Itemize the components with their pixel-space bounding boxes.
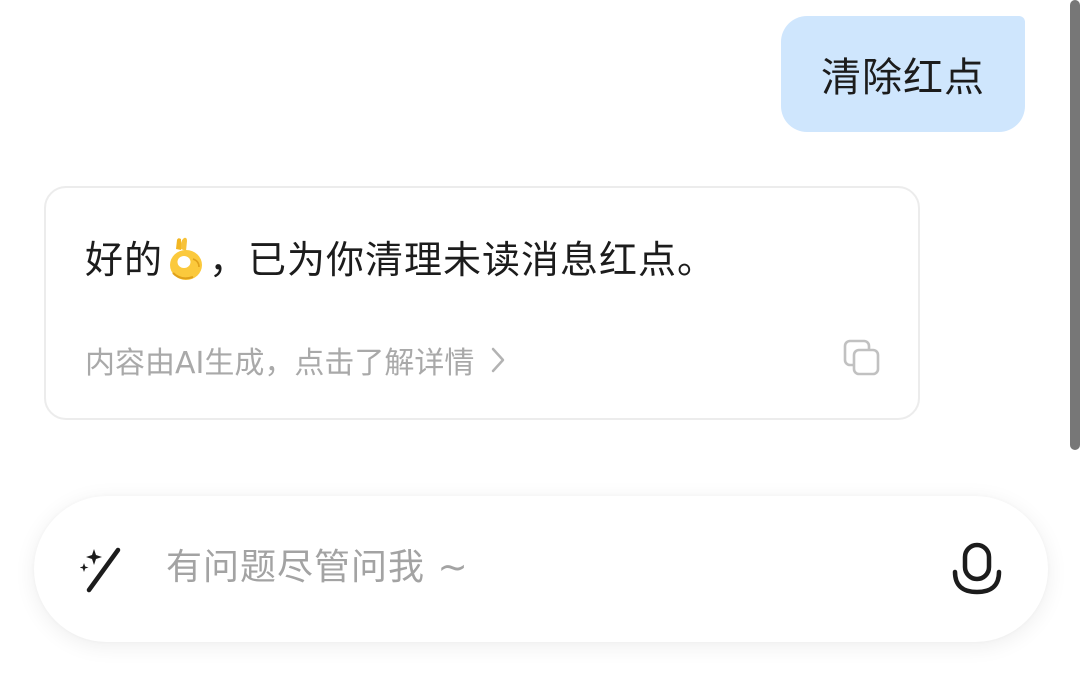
- copy-icon[interactable]: [842, 338, 882, 378]
- ai-response-prefix: 好的: [85, 238, 164, 282]
- ai-response-suffix: ，已为你清理未读消息红点。: [209, 238, 717, 282]
- scrollbar[interactable]: [1070, 0, 1080, 450]
- magic-wand-icon[interactable]: [80, 542, 126, 594]
- ai-response-card: 好的 ，已为你清理未读消息红点。 内容由AI生成，点击了解详情: [44, 186, 920, 420]
- microphone-icon[interactable]: [950, 542, 1004, 598]
- chevron-right-icon: [492, 347, 505, 373]
- user-message-bubble: 清除红点: [781, 16, 1025, 132]
- user-message-text: 清除红点: [821, 55, 985, 101]
- ai-disclaimer-link[interactable]: 内容由AI生成，点击了解详情: [85, 338, 508, 382]
- chat-input-placeholder[interactable]: 有问题尽管问我 ~: [166, 542, 469, 594]
- ai-disclaimer-text: 内容由AI生成，点击了解详情: [85, 346, 475, 381]
- ai-response-text: 好的 ，已为你清理未读消息红点。: [85, 232, 716, 288]
- ok-hand-emoji-icon: [170, 237, 203, 280]
- chat-input-bar[interactable]: 有问题尽管问我 ~: [34, 496, 1048, 642]
